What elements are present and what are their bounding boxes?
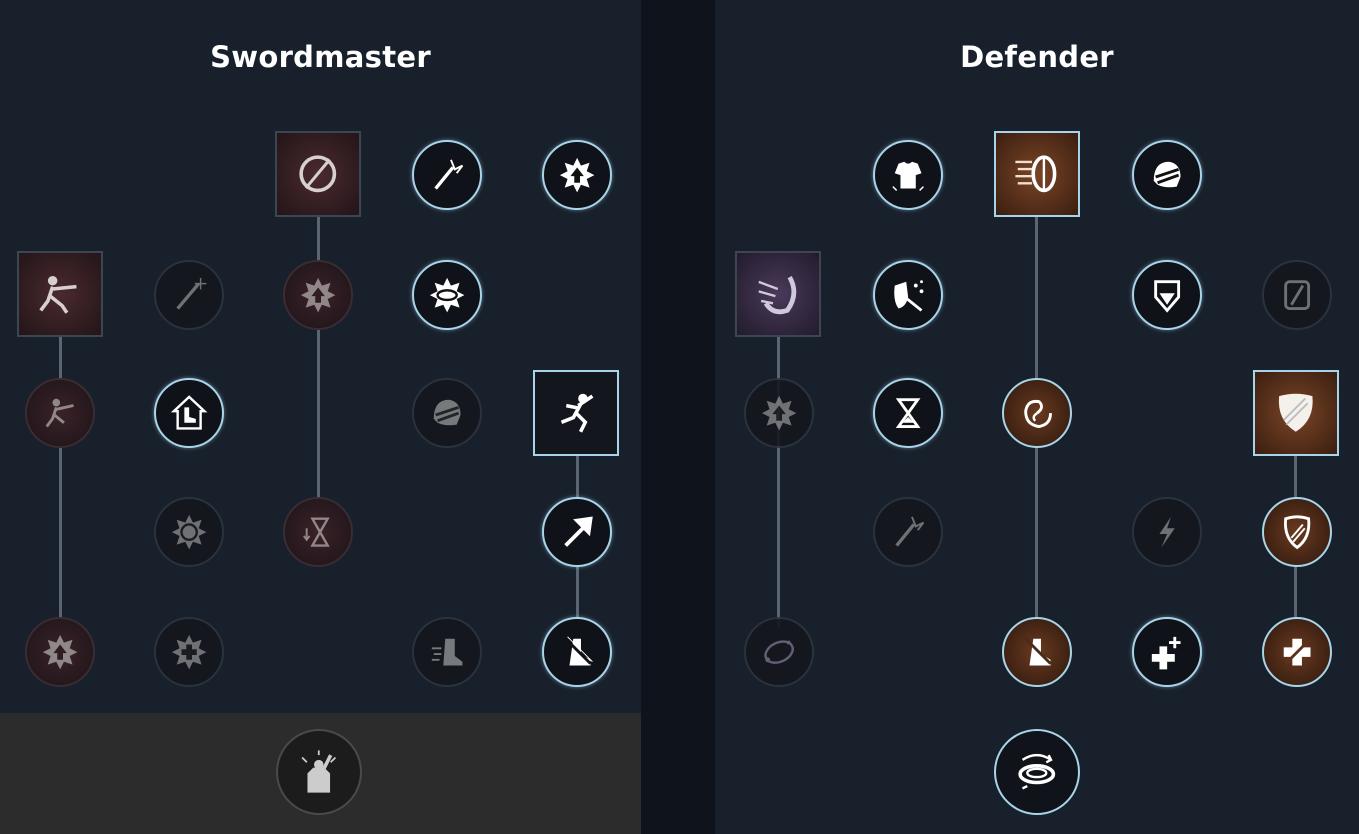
lunge-strike-icon[interactable] [17, 251, 103, 337]
defender-title: Defender [960, 40, 1114, 74]
arrow-up-right-icon[interactable] [542, 497, 612, 567]
sprint-leap-icon[interactable] [533, 370, 619, 456]
circle-slash-icon[interactable] [275, 131, 361, 217]
star-cross-icon[interactable] [154, 617, 224, 687]
helmet-icon[interactable] [412, 378, 482, 448]
lightning-bolt-icon[interactable] [1132, 497, 1202, 567]
spin-ring-icon[interactable] [994, 729, 1080, 815]
boot-dash-icon[interactable] [542, 617, 612, 687]
slashed-shield-icon[interactable] [1262, 260, 1332, 330]
star-up-icon[interactable] [25, 617, 95, 687]
helmet-icon[interactable] [1132, 140, 1202, 210]
double-plus-icon[interactable] [1132, 617, 1202, 687]
defender-panel: Defender [715, 0, 1359, 834]
shield-down-icon[interactable] [1132, 260, 1202, 330]
spiral-blade-icon[interactable] [735, 251, 821, 337]
skill-tree-screen: Swordmaster Defender [0, 0, 1359, 834]
star-up-icon[interactable] [744, 378, 814, 448]
frost-shield-icon[interactable] [873, 260, 943, 330]
armor-chest-icon[interactable] [873, 140, 943, 210]
boot-dash-icon[interactable] [1002, 617, 1072, 687]
lunge-strike-icon[interactable] [25, 378, 95, 448]
hourglass-down-icon[interactable] [283, 497, 353, 567]
fist-rally-icon[interactable] [276, 729, 362, 815]
whirlwind-burst-icon[interactable] [412, 260, 482, 330]
star-up-icon[interactable] [542, 140, 612, 210]
burst-circle-icon[interactable] [154, 497, 224, 567]
crest-shield-icon[interactable] [1253, 370, 1339, 456]
speed-boot-icon[interactable] [412, 617, 482, 687]
armored-boot-icon[interactable] [154, 378, 224, 448]
shield-slash-icon[interactable] [1262, 497, 1332, 567]
plus-slash-icon[interactable] [1262, 617, 1332, 687]
swordmaster-title: Swordmaster [210, 40, 431, 74]
lightning-sword-icon[interactable] [873, 497, 943, 567]
swordmaster-panel: Swordmaster [0, 0, 641, 834]
lightning-sword-icon[interactable] [412, 140, 482, 210]
vortex-icon[interactable] [1002, 378, 1072, 448]
star-up-icon[interactable] [283, 260, 353, 330]
hourglass-icon[interactable] [873, 378, 943, 448]
shield-dash-icon[interactable] [994, 131, 1080, 217]
orbit-stars-icon[interactable] [744, 617, 814, 687]
sword-sparkle-icon[interactable] [154, 260, 224, 330]
